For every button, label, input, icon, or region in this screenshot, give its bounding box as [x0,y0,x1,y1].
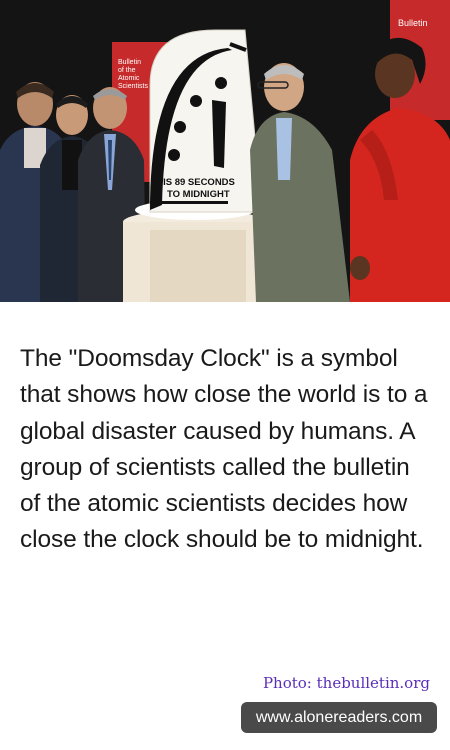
doomsday-clock-photo: Bulletin of the Atomic Scientists Bullet… [0,0,450,302]
banner-right-text: Bulletin [398,18,428,28]
doomsday-clock: IT IS 89 SECONDS TO MIDNIGHT [149,29,263,213]
site-url-badge[interactable]: www.alonereaders.com [241,702,437,733]
clock-caption-line2: TO MIDNIGHT [167,189,230,200]
photo-credit: Photo: thebulletin.org [262,674,430,692]
banner-left-line2: of the [118,67,136,74]
clock-caption-line1: IT IS 89 SECONDS [152,177,235,188]
photo-illustration: Bulletin of the Atomic Scientists Bullet… [0,0,450,302]
banner-left-line4: Scientists [118,83,148,90]
clock-stand [123,200,267,302]
article-body: The "Doomsday Clock" is a symbol that sh… [20,345,428,554]
banner-left-line1: Bulletin [118,59,141,66]
banner-left-line3: Atomic [118,75,140,82]
